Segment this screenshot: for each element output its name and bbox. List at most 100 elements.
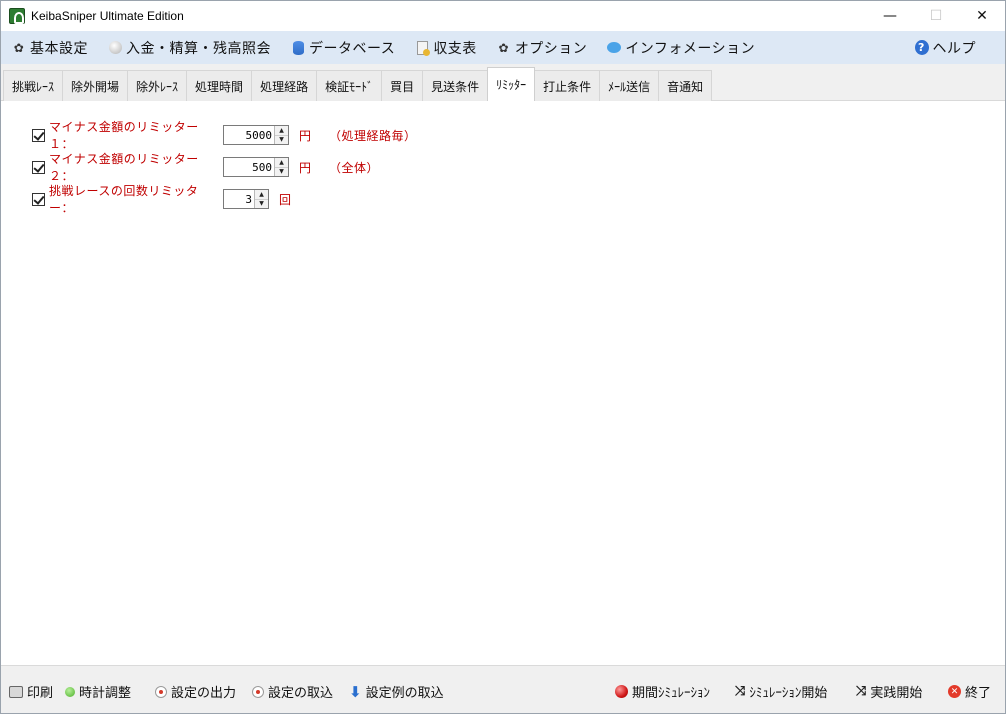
- menu-label: ヘルプ: [932, 40, 976, 57]
- app-window: KeibaSniper Ultimate Edition — ☐ ✕ ✿ 基本設…: [0, 0, 1006, 714]
- period-simulation-button[interactable]: 期間ｼﾐｭﾚｰｼｮﾝ: [615, 682, 710, 701]
- exit-button[interactable]: ✕ 終了: [948, 682, 991, 701]
- exit-label: 終了: [965, 686, 992, 701]
- bottom-toolbar: 印刷 時計調整 設定の出力 設定の取込 ⬇ 設定例の取込 期間ｼﾐｭﾚｰｼｮﾝ …: [1, 665, 1005, 713]
- tab-verification-mode[interactable]: 検証ﾓｰﾄﾞ: [316, 70, 383, 101]
- database-icon: [291, 40, 305, 55]
- limiter-2-stepper[interactable]: ▲ ▼: [223, 157, 289, 177]
- simulation-start-button[interactable]: ⤨ ｼﾐｭﾚｰｼｮﾝ開始: [735, 682, 827, 701]
- window-controls: — ☐ ✕: [867, 1, 1005, 31]
- limiter-3-unit: 回: [279, 192, 292, 207]
- limiter-2-input[interactable]: [224, 158, 274, 176]
- stepper-arrows[interactable]: ▲ ▼: [274, 158, 288, 176]
- limiter-1-checkbox[interactable]: [32, 128, 45, 142]
- ledger-icon: [415, 40, 430, 56]
- tab-limiter[interactable]: ﾘﾐｯﾀｰ: [487, 67, 536, 101]
- tab-strip: 挑戦ﾚｰｽ 除外開場 除外ﾚｰｽ 処理時間 処理経路 検証ﾓｰﾄﾞ 買目 見送条…: [1, 64, 1005, 101]
- menu-deposit-balance[interactable]: 入金・精算・残高照会: [97, 31, 280, 64]
- stepper-up-icon[interactable]: ▲: [275, 126, 288, 135]
- printer-icon: [9, 685, 23, 698]
- menu-bar: ✿ 基本設定 入金・精算・残高照会 データベース 収支表 ✿ オプション インフ…: [1, 31, 1005, 64]
- limiter-1-label: マイナス金額のリミッター１：: [49, 120, 199, 151]
- radio-dot-icon: [155, 685, 167, 698]
- green-dot-icon: [65, 686, 75, 697]
- minimize-button[interactable]: —: [867, 1, 913, 31]
- limiter-1-stepper[interactable]: ▲ ▼: [223, 125, 289, 145]
- download-arrow-icon: ⬇: [349, 682, 362, 701]
- simulation-start-label: ｼﾐｭﾚｰｼｮﾝ開始: [749, 686, 828, 701]
- stepper-up-icon[interactable]: ▲: [275, 158, 288, 167]
- limiter-2-checkbox[interactable]: [32, 160, 45, 174]
- import-sample-settings-button[interactable]: ⬇ 設定例の取込: [349, 682, 444, 702]
- limiter-row-2: マイナス金額のリミッター２： ▲ ▼ 円 （全体）: [32, 152, 380, 183]
- menu-label: 入金・精算・残高照会: [126, 40, 271, 57]
- tab-bet-targets[interactable]: 買目: [381, 70, 424, 101]
- tab-list: 挑戦ﾚｰｽ 除外開場 除外ﾚｰｽ 処理時間 処理経路 検証ﾓｰﾄﾞ 買目 見送条…: [3, 67, 713, 101]
- menu-basic-settings[interactable]: ✿ 基本設定: [1, 31, 97, 64]
- menu-database[interactable]: データベース: [280, 31, 404, 64]
- limiter-2-label: マイナス金額のリミッター２：: [49, 152, 199, 183]
- red-ball-icon: [615, 685, 628, 698]
- clock-adjust-button[interactable]: 時計調整: [65, 682, 131, 701]
- import-sample-settings-label: 設定例の取込: [365, 686, 444, 701]
- limiter-3-stepper[interactable]: ▲ ▼: [223, 189, 269, 209]
- live-start-label: 実践開始: [870, 686, 923, 701]
- limiter-row-3: 挑戦レースの回数リミッター： ▲ ▼ 回: [32, 184, 292, 215]
- export-settings-button[interactable]: 設定の出力: [155, 682, 236, 701]
- stepper-arrows[interactable]: ▲ ▼: [254, 190, 268, 208]
- limiter-3-label: 挑戦レースの回数リミッター：: [49, 184, 199, 215]
- menu-label: オプション: [514, 40, 588, 57]
- close-button[interactable]: ✕: [959, 1, 1005, 31]
- tab-processing-time[interactable]: 処理時間: [186, 70, 253, 101]
- maximize-button[interactable]: ☐: [913, 1, 959, 31]
- app-horse-icon: [9, 8, 25, 24]
- import-settings-label: 設定の取込: [268, 686, 334, 701]
- limiter-3-checkbox[interactable]: [32, 192, 45, 206]
- tab-excluded-race[interactable]: 除外ﾚｰｽ: [127, 70, 188, 101]
- live-start-button[interactable]: ⤨ 実践開始: [856, 682, 922, 701]
- coin-icon: [108, 41, 122, 55]
- shuffle-icon: ⤨: [735, 684, 746, 699]
- help-icon: ?: [914, 40, 929, 55]
- tab-processing-route[interactable]: 処理経路: [251, 70, 318, 101]
- limiter-1-input[interactable]: [224, 126, 274, 144]
- limiter-1-unit: 円: [299, 128, 312, 143]
- title-bar[interactable]: KeibaSniper Ultimate Edition — ☐ ✕: [1, 1, 1005, 31]
- stepper-down-icon[interactable]: ▼: [275, 166, 288, 176]
- stepper-down-icon[interactable]: ▼: [275, 134, 288, 144]
- tab-sound-notify[interactable]: 音通知: [658, 70, 713, 101]
- limiter-1-note: （処理経路毎）: [329, 128, 417, 143]
- radio-dot-icon: [252, 685, 264, 698]
- print-button[interactable]: 印刷: [9, 682, 53, 701]
- stepper-up-icon[interactable]: ▲: [255, 190, 268, 199]
- tab-skip-conditions[interactable]: 見送条件: [422, 70, 489, 101]
- menu-label: 基本設定: [30, 40, 88, 57]
- gear-icon: ✿: [498, 40, 510, 55]
- tab-excluded-venue[interactable]: 除外開場: [62, 70, 129, 101]
- tab-stop-conditions[interactable]: 打止条件: [534, 70, 601, 101]
- period-simulation-label: 期間ｼﾐｭﾚｰｼｮﾝ: [632, 686, 711, 701]
- stepper-arrows[interactable]: ▲ ▼: [274, 126, 288, 144]
- limiter-2-note: （全体）: [329, 160, 380, 175]
- limiter-3-input[interactable]: [224, 190, 254, 208]
- chat-bubble-icon: [607, 41, 622, 55]
- limiter-2-unit: 円: [299, 160, 312, 175]
- menu-label: 収支表: [433, 40, 477, 57]
- menu-options[interactable]: ✿ オプション: [486, 31, 597, 64]
- menu-help[interactable]: ? ヘルプ: [904, 31, 986, 64]
- window-title: KeibaSniper Ultimate Edition: [31, 9, 184, 23]
- clock-adjust-label: 時計調整: [79, 686, 132, 701]
- shuffle-icon: ⤨: [856, 684, 867, 699]
- import-settings-button[interactable]: 設定の取込: [252, 682, 333, 701]
- menu-label: インフォメーション: [625, 40, 756, 57]
- menu-information[interactable]: インフォメーション: [596, 31, 764, 64]
- menu-ledger[interactable]: 収支表: [404, 31, 486, 64]
- stepper-down-icon[interactable]: ▼: [255, 198, 268, 208]
- menu-label: データベース: [309, 40, 396, 57]
- print-label: 印刷: [27, 686, 54, 701]
- tab-challenge-race[interactable]: 挑戦ﾚｰｽ: [3, 70, 64, 101]
- limiter-row-1: マイナス金額のリミッター１： ▲ ▼ 円 （処理経路毎）: [32, 120, 417, 151]
- exit-icon: ✕: [948, 685, 961, 698]
- gear-icon: ✿: [13, 40, 25, 55]
- tab-mail-send[interactable]: ﾒｰﾙ送信: [599, 70, 660, 101]
